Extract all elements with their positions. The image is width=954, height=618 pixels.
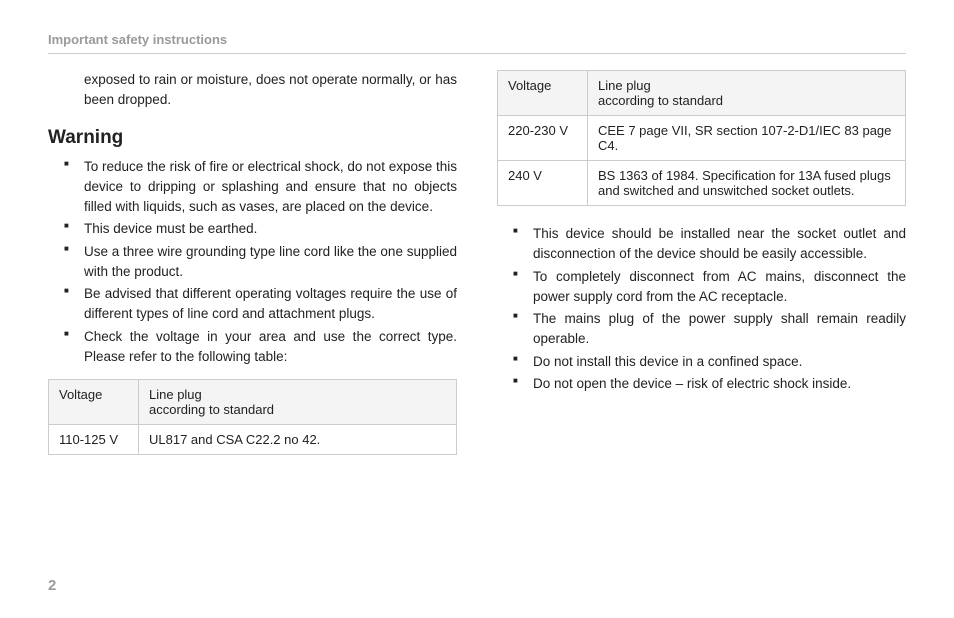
- warning-bullet-list: To reduce the risk of fire or electrical…: [48, 157, 457, 368]
- page-number: 2: [48, 577, 56, 594]
- header-title: Important safety instructions: [48, 32, 906, 47]
- table-row: 240 V BS 1363 of 1984. Specification for…: [498, 161, 906, 206]
- table-cell-plug: UL817 and CSA C22.2 no 42.: [139, 425, 457, 455]
- table-header-plug: Line plug according to standard: [588, 71, 906, 116]
- intro-paragraph: exposed to rain or moisture, does not op…: [84, 70, 457, 111]
- list-item: Do not open the device – risk of electri…: [497, 374, 906, 394]
- list-item: To reduce the risk of fire or electrical…: [48, 157, 457, 218]
- list-item: Check the voltage in your area and use t…: [48, 327, 457, 368]
- table-header-plug-line2: according to standard: [149, 402, 274, 417]
- table-header-voltage: Voltage: [49, 380, 139, 425]
- table-cell-voltage: 110-125 V: [49, 425, 139, 455]
- voltage-table-right: Voltage Line plug according to standard …: [497, 70, 906, 206]
- right-column: Voltage Line plug according to standard …: [497, 70, 906, 465]
- list-item: Be advised that different operating volt…: [48, 284, 457, 325]
- table-header-plug-line2: according to standard: [598, 93, 723, 108]
- table-header-plug-line1: Line plug: [149, 387, 202, 402]
- table-row: 110-125 V UL817 and CSA C22.2 no 42.: [49, 425, 457, 455]
- list-item: This device must be earthed.: [48, 219, 457, 239]
- document-page: Important safety instructions exposed to…: [0, 0, 954, 618]
- table-cell-plug: BS 1363 of 1984. Specification for 13A f…: [588, 161, 906, 206]
- table-header-voltage: Voltage: [498, 71, 588, 116]
- table-cell-voltage: 220-230 V: [498, 116, 588, 161]
- header-rule: [48, 53, 906, 54]
- list-item: The mains plug of the power supply shall…: [497, 309, 906, 350]
- list-item: Do not install this device in a confined…: [497, 352, 906, 372]
- table-header-plug: Line plug according to standard: [139, 380, 457, 425]
- table-cell-plug: CEE 7 page VII, SR section 107-2-D1/IEC …: [588, 116, 906, 161]
- right-bullet-list: This device should be installed near the…: [497, 224, 906, 394]
- list-item: Use a three wire grounding type line cor…: [48, 242, 457, 283]
- voltage-table-left: Voltage Line plug according to standard …: [48, 379, 457, 455]
- warning-heading: Warning: [48, 127, 457, 149]
- table-header-row: Voltage Line plug according to standard: [498, 71, 906, 116]
- left-column: exposed to rain or moisture, does not op…: [48, 70, 457, 465]
- two-column-layout: exposed to rain or moisture, does not op…: [48, 70, 906, 465]
- list-item: This device should be installed near the…: [497, 224, 906, 265]
- table-row: 220-230 V CEE 7 page VII, SR section 107…: [498, 116, 906, 161]
- table-cell-voltage: 240 V: [498, 161, 588, 206]
- table-header-plug-line1: Line plug: [598, 78, 651, 93]
- table-header-row: Voltage Line plug according to standard: [49, 380, 457, 425]
- list-item: To completely disconnect from AC mains, …: [497, 267, 906, 308]
